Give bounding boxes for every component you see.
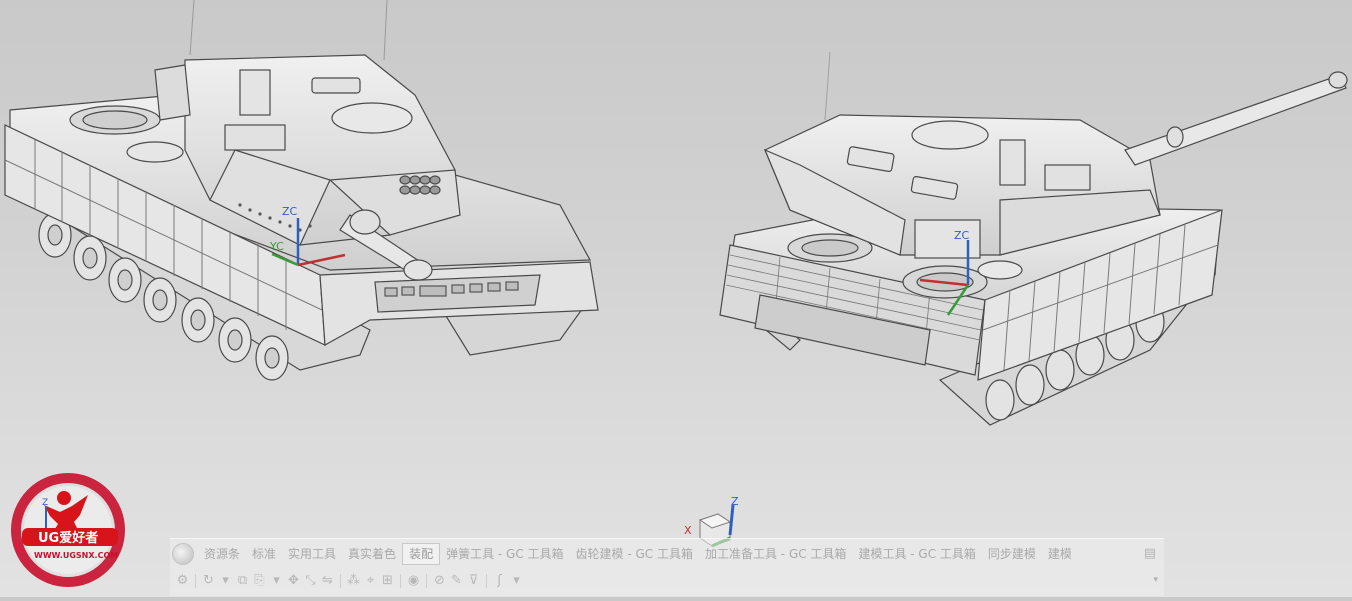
toolbar-divider bbox=[486, 574, 487, 588]
toolbar-divider bbox=[195, 574, 196, 588]
tab-gear-modeling[interactable]: 齿轮建模 - GC 工具箱 bbox=[570, 544, 699, 564]
tab-assembly[interactable]: 装配 bbox=[402, 543, 441, 565]
dropdown-icon[interactable]: ▾ bbox=[268, 571, 285, 591]
tab-standard[interactable]: 标准 bbox=[246, 544, 282, 564]
hook-icon[interactable]: ʃ bbox=[491, 571, 508, 591]
tab-spring-tools[interactable]: 弹簧工具 - GC 工具箱 bbox=[440, 544, 569, 564]
ribbon-tabs: 资源条 标准 实用工具 真实着色 装配 弹簧工具 - GC 工具箱 齿轮建模 -… bbox=[170, 543, 1078, 565]
paste-icon[interactable]: ⎘ bbox=[251, 571, 268, 591]
tank-model-right[interactable] bbox=[719, 71, 1348, 426]
ribbon-bar: 资源条 标准 实用工具 真实着色 装配 弹簧工具 - GC 工具箱 齿轮建模 -… bbox=[170, 538, 1164, 596]
copy-icon[interactable]: ⧉ bbox=[234, 571, 251, 591]
toolbar-divider bbox=[426, 574, 427, 588]
tank-model-left[interactable] bbox=[4, 54, 599, 381]
ribbon-toolbar: ⚙ ↻ ▾ ⧉ ⎘ ▾ ✥ ⤡ ⇋ ⁂ ⌖ ⊞ ◉ ⊘ ✎ ⊽ ʃ ▾ bbox=[174, 571, 525, 591]
scale-icon[interactable]: ⤡ bbox=[302, 571, 319, 591]
snap-icon[interactable]: ⌖ bbox=[362, 571, 379, 591]
measure-icon[interactable]: ⊘ bbox=[431, 571, 448, 591]
pattern-icon[interactable]: ⁂ bbox=[345, 571, 362, 591]
toolbar-overflow-icon[interactable]: ▾ bbox=[1153, 575, 1158, 585]
watermark-brand: UG爱好者 bbox=[38, 530, 98, 546]
mirror-icon[interactable]: ⇋ bbox=[319, 571, 336, 591]
move-icon[interactable]: ✥ bbox=[285, 571, 302, 591]
rotate-icon[interactable]: ↻ bbox=[200, 571, 217, 591]
tab-modeling[interactable]: 建模 bbox=[1042, 544, 1078, 564]
filter-icon[interactable]: ⊽ bbox=[465, 571, 482, 591]
nx-home-icon[interactable] bbox=[172, 543, 194, 565]
dropdown-icon[interactable]: ▾ bbox=[217, 571, 234, 591]
csys-zc-label: ZC bbox=[282, 205, 298, 218]
watermark-url: WWW.UGSNX.COM bbox=[34, 551, 118, 560]
triad-z-label: Z bbox=[731, 495, 739, 508]
dropdown-icon[interactable]: ▾ bbox=[508, 571, 525, 591]
tab-machining-prep[interactable]: 加工准备工具 - GC 工具箱 bbox=[699, 544, 852, 564]
graphics-viewport[interactable]: ZC YC ZC Z X Z UG爱好者 WWW.UGSNX.COM bbox=[0, 0, 1352, 597]
tab-resource-bar[interactable]: 资源条 bbox=[198, 544, 246, 564]
model-view[interactable]: ZC YC ZC Z X Z UG爱好者 WWW.UGSNX.COM bbox=[0, 0, 1352, 597]
view-icon[interactable]: ◉ bbox=[405, 571, 422, 591]
tab-synchronous-modeling[interactable]: 同步建模 bbox=[982, 544, 1042, 564]
watermark-z-label: Z bbox=[42, 498, 48, 508]
ribbon-options-icon[interactable]: ▤ bbox=[1144, 546, 1156, 561]
wrench-icon[interactable]: ✎ bbox=[448, 571, 465, 591]
settings-icon[interactable]: ⚙ bbox=[174, 571, 191, 591]
tab-utilities[interactable]: 实用工具 bbox=[282, 544, 342, 564]
toolbar-divider bbox=[400, 574, 401, 588]
csys-zc-label-right: ZC bbox=[954, 229, 970, 242]
watermark-logo: Z UG爱好者 WWW.UGSNX.COM bbox=[11, 473, 125, 587]
constraint-icon[interactable]: ⊞ bbox=[379, 571, 396, 591]
triad-x-label: X bbox=[684, 524, 692, 537]
tab-true-shading[interactable]: 真实着色 bbox=[342, 544, 402, 564]
toolbar-divider bbox=[340, 574, 341, 588]
tab-modeling-tools[interactable]: 建模工具 - GC 工具箱 bbox=[852, 544, 981, 564]
csys-yc-label: YC bbox=[269, 240, 284, 253]
